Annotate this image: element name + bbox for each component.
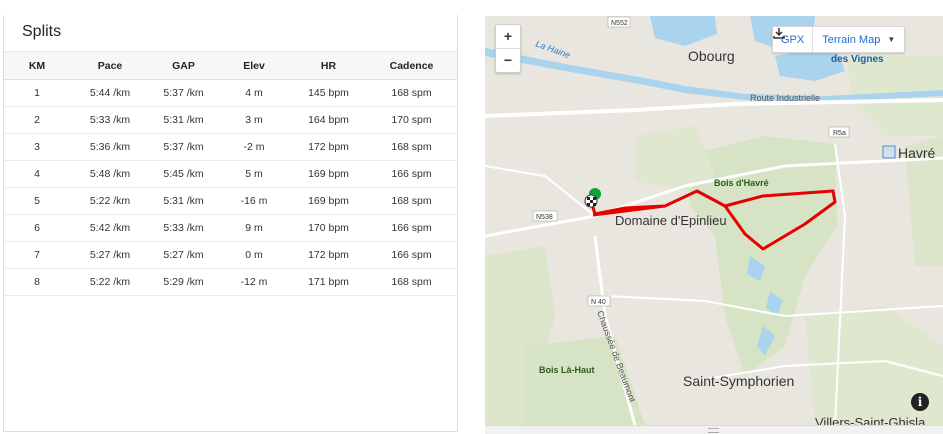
split-cell-elev: -12 m — [217, 268, 291, 296]
split-cell-elev: 3 m — [217, 106, 291, 134]
split-row: 8 5:22 /km 5:29 /km -12 m 171 bpm 168 spm — [4, 268, 457, 296]
road-shield-n538: N538 — [532, 210, 558, 222]
split-cell-pace: 5:33 /km — [70, 106, 150, 134]
split-row: 4 5:48 /km 5:45 /km 5 m 169 bpm 166 spm — [4, 160, 457, 188]
split-cell-cadence: 168 spm — [366, 79, 457, 107]
split-cell-cadence: 168 spm — [366, 268, 457, 296]
col-hr: HR — [320, 59, 337, 72]
caret-down-icon: ▼ — [887, 35, 896, 44]
zoom-out-button[interactable]: − — [496, 49, 520, 72]
havre-poi-icon — [882, 145, 896, 159]
svg-text:N538: N538 — [536, 214, 553, 221]
split-cell-pace: 5:36 /km — [70, 133, 150, 161]
split-row: 3 5:36 /km 5:37 /km -2 m 172 bpm 168 spm — [4, 133, 457, 161]
split-cell-gap: 5:27 /km — [150, 241, 217, 269]
col-elev: Elev — [243, 59, 265, 72]
split-cell-hr: 164 bpm — [291, 106, 366, 134]
split-cell-km: 1 — [4, 79, 70, 107]
split-cell-pace: 5:27 /km — [70, 241, 150, 269]
gpx-download-button[interactable]: GPX — [773, 27, 814, 52]
svg-text:N552: N552 — [611, 20, 628, 27]
label-domaine: Domaine d'Epinlieu — [615, 213, 727, 228]
split-cell-hr: 169 bpm — [291, 187, 366, 215]
resize-grip-icon[interactable] — [708, 428, 719, 433]
splits-panel: Splits KM Pace GAP Elev HR Cadence 1 5:44… — [3, 15, 458, 432]
svg-text:R5a: R5a — [833, 130, 846, 137]
split-cell-hr: 172 bpm — [291, 241, 366, 269]
split-cell-elev: 5 m — [217, 160, 291, 188]
download-icon — [773, 28, 785, 39]
col-km: KM — [28, 59, 46, 72]
zoom-in-button[interactable]: + — [496, 25, 520, 48]
map-type-dropdown[interactable]: Terrain Map ▼ — [813, 27, 904, 52]
route-map[interactable]: Obourg des Vignes La Haine Route Industr… — [485, 16, 943, 425]
split-cell-hr: 145 bpm — [291, 79, 366, 107]
split-cell-km: 6 — [4, 214, 70, 242]
split-cell-cadence: 168 spm — [366, 187, 457, 215]
split-cell-elev: 0 m — [217, 241, 291, 269]
label-havre: Havré — [898, 145, 936, 161]
split-cell-km: 5 — [4, 187, 70, 215]
splits-header-row: KM Pace GAP Elev HR Cadence — [4, 51, 457, 80]
split-cell-gap: 5:29 /km — [150, 268, 217, 296]
label-bois-la-haut: Bois Là-Haut — [539, 365, 595, 375]
split-cell-cadence: 166 spm — [366, 160, 457, 188]
map-canvas[interactable]: Obourg des Vignes La Haine Route Industr… — [485, 16, 943, 425]
split-cell-hr: 170 bpm — [291, 214, 366, 242]
col-pace: Pace — [97, 59, 123, 72]
map-info-icon[interactable]: i — [911, 393, 929, 411]
split-cell-pace: 5:44 /km — [70, 79, 150, 107]
split-cell-km: 7 — [4, 241, 70, 269]
split-cell-gap: 5:37 /km — [150, 133, 217, 161]
split-row: 1 5:44 /km 5:37 /km 4 m 145 bpm 168 spm — [4, 79, 457, 107]
split-cell-gap: 5:45 /km — [150, 160, 217, 188]
svg-text:N 40: N 40 — [591, 299, 606, 306]
split-cell-elev: 9 m — [217, 214, 291, 242]
split-row: 2 5:33 /km 5:31 /km 3 m 164 bpm 170 spm — [4, 106, 457, 134]
split-cell-cadence: 166 spm — [366, 241, 457, 269]
split-cell-hr: 171 bpm — [291, 268, 366, 296]
label-des-vignes: des Vignes — [831, 54, 884, 65]
split-row: 5 5:22 /km 5:31 /km -16 m 169 bpm 168 spm — [4, 187, 457, 215]
splits-title: Splits — [22, 23, 62, 40]
label-bois-havre: Bois d'Havré — [714, 178, 769, 188]
label-route-industrielle: Route Industrielle — [750, 93, 820, 103]
splits-table: KM Pace GAP Elev HR Cadence 1 5:44 /km 5:3… — [4, 51, 457, 296]
split-cell-km: 2 — [4, 106, 70, 134]
split-cell-hr: 169 bpm — [291, 160, 366, 188]
split-row: 7 5:27 /km 5:27 /km 0 m 172 bpm 166 spm — [4, 241, 457, 269]
split-cell-cadence: 166 spm — [366, 214, 457, 242]
col-gap: GAP — [172, 59, 195, 72]
split-cell-gap: 5:31 /km — [150, 187, 217, 215]
map-controls: GPX Terrain Map ▼ — [772, 26, 906, 53]
label-obourg: Obourg — [688, 48, 735, 64]
split-cell-cadence: 168 spm — [366, 133, 457, 161]
label-saint-symphorien: Saint-Symphorien — [683, 373, 794, 389]
split-cell-pace: 5:22 /km — [70, 187, 150, 215]
col-cadence: Cadence — [389, 59, 434, 72]
split-cell-pace: 5:22 /km — [70, 268, 150, 296]
split-cell-pace: 5:42 /km — [70, 214, 150, 242]
split-cell-elev: 4 m — [217, 79, 291, 107]
map-type-label: Terrain Map — [822, 33, 881, 46]
split-cell-gap: 5:37 /km — [150, 79, 217, 107]
split-cell-gap: 5:31 /km — [150, 106, 217, 134]
split-cell-elev: -2 m — [217, 133, 291, 161]
road-shield-n552: N552 — [607, 16, 631, 28]
road-shield-n40: N 40 — [587, 295, 611, 307]
split-cell-km: 3 — [4, 133, 70, 161]
split-cell-hr: 172 bpm — [291, 133, 366, 161]
split-row: 6 5:42 /km 5:33 /km 9 m 170 bpm 166 spm — [4, 214, 457, 242]
zoom-control: + − — [495, 24, 521, 73]
split-cell-km: 4 — [4, 160, 70, 188]
split-cell-km: 8 — [4, 268, 70, 296]
label-villers: Villers-Saint-Ghisla — [815, 415, 926, 425]
finish-flag-icon — [584, 194, 598, 208]
split-cell-gap: 5:33 /km — [150, 214, 217, 242]
split-cell-pace: 5:48 /km — [70, 160, 150, 188]
split-cell-cadence: 170 spm — [366, 106, 457, 134]
road-shield-r5a: R5a — [828, 126, 850, 138]
split-cell-elev: -16 m — [217, 187, 291, 215]
